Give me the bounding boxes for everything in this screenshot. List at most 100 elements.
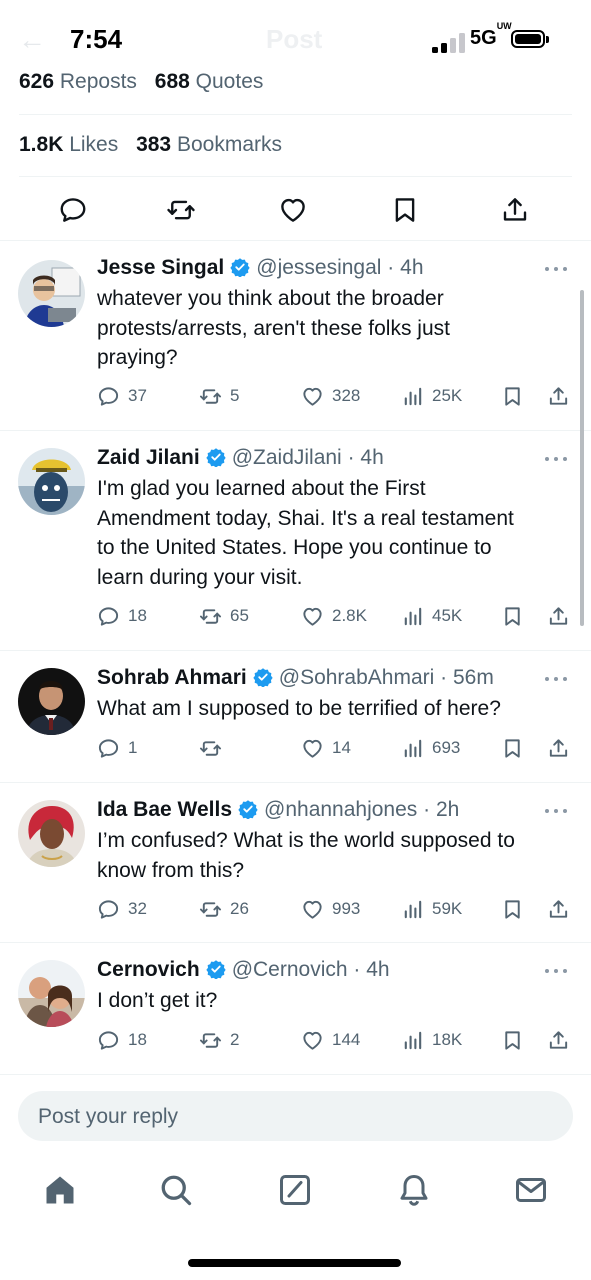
- author-name[interactable]: Zaid Jilani: [97, 446, 200, 469]
- view-count[interactable]: 18K: [401, 1026, 462, 1054]
- like-icon: [303, 387, 322, 406]
- post-time: 4h: [366, 958, 390, 981]
- reply-icon[interactable]: [58, 195, 88, 225]
- back-arrow-icon[interactable]: ←: [18, 24, 46, 56]
- scrollbar[interactable]: [580, 290, 584, 626]
- post-time: 2h: [435, 798, 460, 821]
- reply-count[interactable]: 1: [97, 734, 137, 762]
- share-icon[interactable]: [547, 382, 570, 410]
- reply-item[interactable]: Jesse Singal @jessesingal · 4h whatever y…: [0, 240, 591, 430]
- bookmark-icon[interactable]: [390, 195, 420, 225]
- share-icon[interactable]: [547, 895, 570, 923]
- bookmarks-stat[interactable]: 383 Bookmarks: [136, 133, 282, 156]
- view-count[interactable]: 59K: [401, 895, 462, 923]
- post-metrics: 1 14 693: [97, 734, 577, 762]
- like-count[interactable]: 2.8K: [301, 602, 367, 630]
- repost-count[interactable]: 5: [199, 382, 239, 410]
- avatar[interactable]: [18, 448, 85, 515]
- reply-count[interactable]: 18: [97, 602, 147, 630]
- author-handle[interactable]: @ZaidJilani: [232, 446, 342, 469]
- likes-stat[interactable]: 1.8K Likes: [19, 133, 118, 156]
- post-metrics: 18 2 144 18K: [97, 1026, 577, 1054]
- reply-item[interactable]: Zaid Jilani @ZaidJilani · 4h I'm glad you…: [0, 430, 591, 650]
- reply-icon: [98, 1030, 119, 1050]
- bookmark-icon[interactable]: [501, 895, 524, 923]
- reply-icon: [98, 899, 119, 919]
- bookmark-icon[interactable]: [501, 382, 524, 410]
- avatar[interactable]: [18, 960, 85, 1027]
- avatar[interactable]: [18, 668, 85, 735]
- more-options-icon[interactable]: [545, 969, 569, 975]
- repost-icon[interactable]: [166, 195, 196, 225]
- more-options-icon[interactable]: [545, 267, 569, 273]
- views-icon: [404, 900, 422, 918]
- post-metrics: 18 65 2.8K 45K: [97, 602, 577, 630]
- share-icon[interactable]: [500, 195, 530, 225]
- author-name[interactable]: Jesse Singal: [97, 256, 224, 279]
- repost-count[interactable]: 2: [199, 1026, 239, 1054]
- share-icon[interactable]: [547, 602, 570, 630]
- more-options-icon[interactable]: [545, 677, 569, 683]
- avatar[interactable]: [18, 260, 85, 327]
- like-icon: [303, 739, 322, 758]
- like-icon[interactable]: [278, 195, 308, 225]
- quotes-stat[interactable]: 688 Quotes: [155, 70, 264, 93]
- like-count[interactable]: 14: [301, 734, 351, 762]
- post-text: whatever you think about the broader prot…: [97, 287, 450, 369]
- divider: [19, 114, 572, 115]
- author-handle[interactable]: @nhannahjones: [264, 798, 417, 821]
- likes-bookmarks-row: 1.8K Likes 383 Bookmarks: [19, 133, 282, 157]
- views-icon: [404, 607, 422, 625]
- repost-icon: [199, 388, 222, 404]
- view-count[interactable]: 25K: [401, 382, 462, 410]
- repost-count[interactable]: [199, 734, 230, 762]
- post-time: 56m: [452, 666, 494, 689]
- reply-count[interactable]: 37: [97, 382, 147, 410]
- notifications-icon[interactable]: [396, 1172, 432, 1208]
- view-count[interactable]: 693: [401, 734, 460, 762]
- reply-item[interactable]: Sohrab Ahmari @SohrabAhmari · 56m What am…: [0, 650, 591, 782]
- reply-icon: [98, 606, 119, 626]
- reply-composer[interactable]: [18, 1091, 573, 1143]
- avatar[interactable]: [18, 800, 85, 867]
- reply-input[interactable]: [36, 1091, 540, 1143]
- author-name[interactable]: Ida Bae Wells: [97, 798, 232, 821]
- view-count[interactable]: 45K: [401, 602, 462, 630]
- like-count[interactable]: 993: [301, 895, 360, 923]
- author-handle[interactable]: @jessesingal: [256, 256, 381, 279]
- like-icon: [303, 900, 322, 919]
- author-handle[interactable]: @Cernovich: [232, 958, 348, 981]
- compose-icon[interactable]: [277, 1172, 313, 1208]
- more-options-icon[interactable]: [545, 457, 569, 463]
- post-action-bar: [0, 187, 591, 231]
- repost-count[interactable]: 26: [199, 895, 249, 923]
- views-icon: [404, 739, 422, 757]
- reply-item[interactable]: Ida Bae Wells @nhannahjones · 2h I’m conf…: [0, 782, 591, 942]
- repost-count[interactable]: 65: [199, 602, 249, 630]
- share-icon[interactable]: [547, 1026, 570, 1054]
- reply-item[interactable]: Cernovich @Cernovich · 4h I don’t get it?…: [0, 942, 591, 1074]
- verified-badge-icon: [238, 800, 258, 819]
- reply-count[interactable]: 32: [97, 895, 147, 923]
- more-options-icon[interactable]: [545, 809, 569, 815]
- author-name[interactable]: Sohrab Ahmari: [97, 666, 247, 689]
- verified-badge-icon: [253, 668, 273, 687]
- bookmark-icon[interactable]: [501, 1026, 524, 1054]
- author-name[interactable]: Cernovich: [97, 958, 200, 981]
- like-count[interactable]: 328: [301, 382, 360, 410]
- battery-icon: [511, 30, 549, 48]
- home-icon[interactable]: [42, 1172, 78, 1208]
- bookmark-icon[interactable]: [501, 602, 524, 630]
- verified-badge-icon: [206, 960, 226, 979]
- messages-icon[interactable]: [513, 1172, 549, 1208]
- author-handle[interactable]: @SohrabAhmari: [279, 666, 435, 689]
- reply-count[interactable]: 18: [97, 1026, 147, 1054]
- cell-signal-icon: [432, 33, 466, 53]
- share-icon[interactable]: [547, 734, 570, 762]
- bookmark-icon[interactable]: [501, 734, 524, 762]
- like-count[interactable]: 144: [301, 1026, 360, 1054]
- reposts-stat[interactable]: 626 Reposts: [19, 70, 137, 93]
- search-icon[interactable]: [158, 1172, 194, 1208]
- views-icon: [404, 1031, 422, 1049]
- post-text: I'm glad you learned about the First Amen…: [97, 477, 514, 589]
